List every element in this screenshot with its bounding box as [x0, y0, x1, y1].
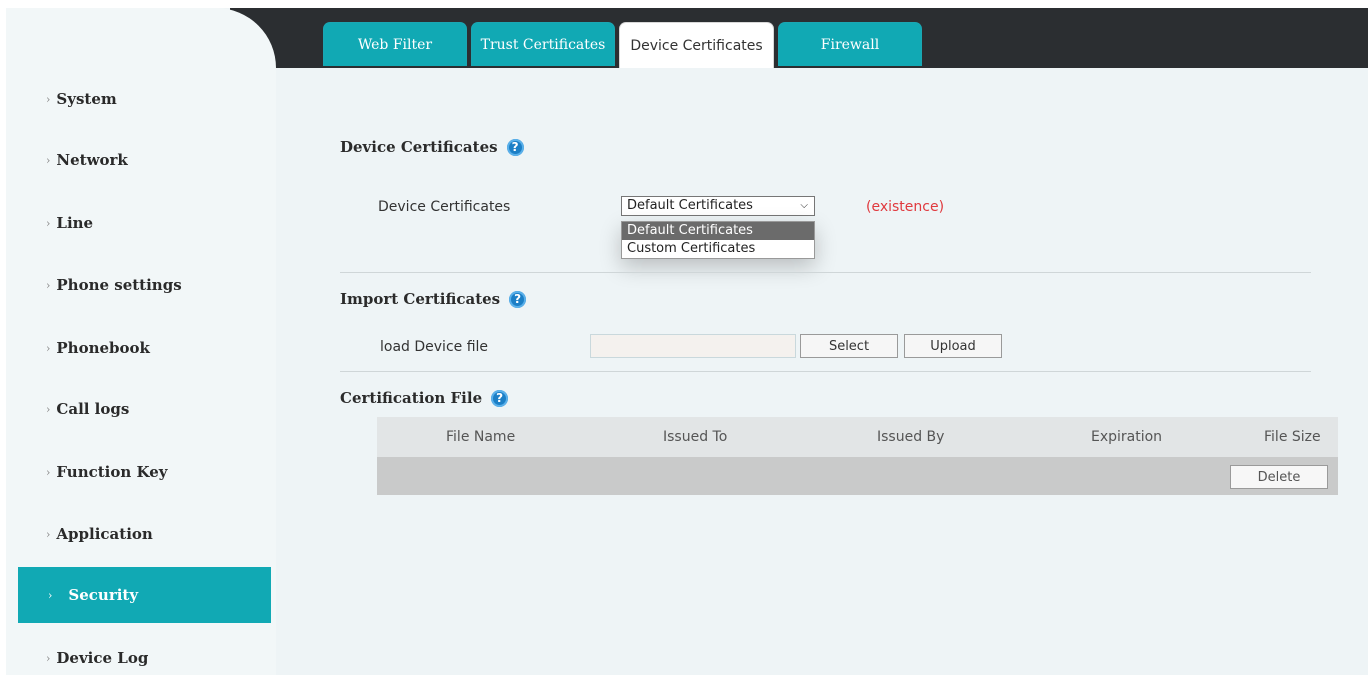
section-title-device-certificates: Device Certificates ?: [340, 138, 524, 156]
divider: [340, 371, 1311, 372]
section-title-certification-file: Certification File ?: [340, 389, 509, 407]
question-circle-icon[interactable]: ?: [506, 138, 524, 156]
column-header-issued-to: Issued To: [663, 429, 728, 445]
sidebar-item-system[interactable]: › System: [18, 71, 271, 127]
dropdown-option-default[interactable]: Default Certificates: [622, 222, 814, 240]
chevron-right-icon: ›: [46, 153, 51, 167]
table-row: Delete: [377, 457, 1338, 495]
section-title-text: Device Certificates: [340, 138, 498, 156]
upload-button[interactable]: Upload: [904, 334, 1002, 358]
question-circle-icon[interactable]: ?: [491, 389, 509, 407]
section-title-text: Certification File: [340, 389, 483, 407]
chevron-right-icon: ›: [46, 278, 51, 292]
sidebar-item-label: Security: [68, 586, 139, 604]
chevron-right-icon: ›: [46, 527, 51, 541]
chevron-right-icon: ›: [46, 465, 51, 479]
chevron-right-icon: ›: [48, 588, 53, 602]
certificates-dropdown-list: Default Certificates Custom Certificates: [621, 221, 815, 259]
select-value: Default Certificates: [627, 198, 753, 213]
dropdown-option-custom[interactable]: Custom Certificates: [622, 240, 814, 258]
sidebar-item-label: Line: [56, 214, 94, 232]
column-header-file-size: File Size: [1264, 429, 1321, 445]
sidebar-item-label: System: [56, 90, 117, 108]
sidebar-item-function-key[interactable]: › Function Key: [18, 444, 271, 500]
section-title-text: Import Certificates: [340, 290, 501, 308]
chevron-right-icon: ›: [46, 402, 51, 416]
sidebar-item-line[interactable]: › Line: [18, 195, 271, 251]
sidebar-item-label: Call logs: [56, 400, 130, 418]
sidebar-item-device-log[interactable]: › Device Log: [18, 630, 271, 686]
chevron-down-icon: ⌵: [800, 200, 808, 211]
section-title-import-certificates: Import Certificates ?: [340, 290, 527, 308]
sidebar-item-label: Device Log: [56, 649, 149, 667]
chevron-right-icon: ›: [46, 216, 51, 230]
question-circle-icon[interactable]: ?: [509, 290, 527, 308]
chevron-right-icon: ›: [46, 92, 51, 106]
select-button[interactable]: Select: [800, 334, 898, 358]
sidebar-item-network[interactable]: › Network: [18, 132, 271, 188]
chevron-right-icon: ›: [46, 341, 51, 355]
sidebar-item-label: Function Key: [56, 463, 168, 481]
column-header-file-name: File Name: [446, 429, 516, 445]
column-header-expiration: Expiration: [1091, 429, 1163, 445]
delete-button[interactable]: Delete: [1230, 465, 1328, 489]
tab-trust-certificates[interactable]: Trust Certificates: [471, 22, 615, 66]
device-certificates-label: Device Certificates: [378, 199, 511, 215]
certificate-status: (existence): [866, 199, 945, 215]
tab-device-certificates[interactable]: Device Certificates: [619, 22, 774, 68]
sidebar-item-application[interactable]: › Application: [18, 506, 271, 562]
sidebar-item-phone-settings[interactable]: › Phone settings: [18, 257, 271, 313]
load-device-file-label: load Device file: [380, 339, 489, 355]
sidebar-item-phonebook[interactable]: › Phonebook: [18, 320, 271, 376]
sidebar-item-label: Phonebook: [56, 339, 150, 357]
sidebar-item-security[interactable]: › Security: [18, 567, 271, 623]
tab-web-filter[interactable]: Web Filter: [323, 22, 467, 66]
column-header-issued-by: Issued By: [877, 429, 945, 445]
divider: [340, 272, 1311, 273]
device-certificates-select[interactable]: Default Certificates ⌵: [621, 196, 815, 216]
sidebar-item-label: Application: [56, 525, 153, 543]
tab-bar: Web Filter Trust Certificates Device Cer…: [323, 22, 922, 68]
certification-table-header: File Name Issued To Issued By Expiration…: [377, 417, 1338, 457]
chevron-right-icon: ›: [46, 651, 51, 665]
sidebar-item-label: Phone settings: [56, 276, 182, 294]
tab-firewall[interactable]: Firewall: [778, 22, 922, 66]
device-file-input[interactable]: [590, 334, 796, 358]
sidebar-item-call-logs[interactable]: › Call logs: [18, 381, 271, 437]
sidebar-item-label: Network: [56, 151, 128, 169]
